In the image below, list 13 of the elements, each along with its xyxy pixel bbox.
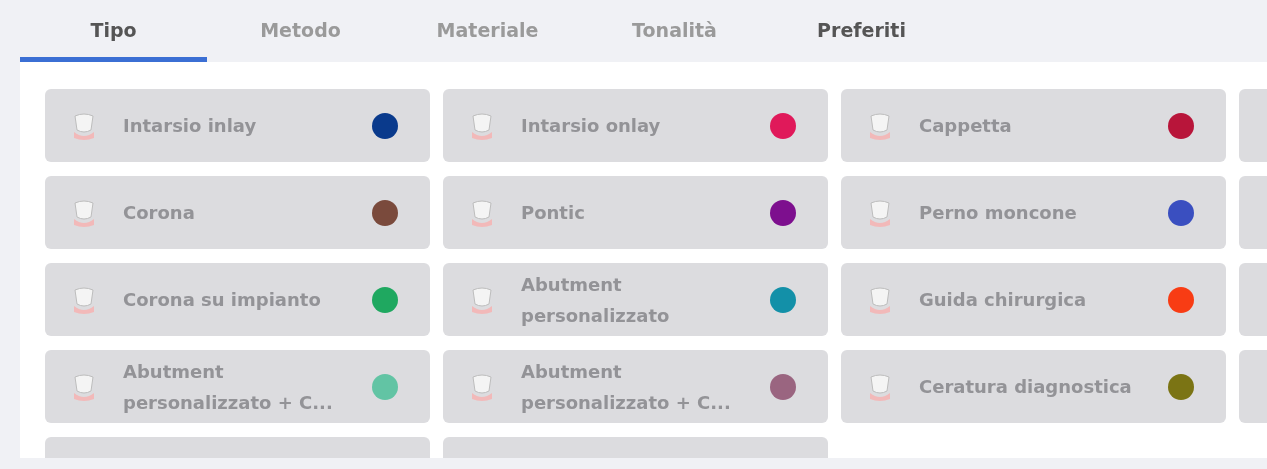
type-card[interactable]: Perno moncone	[841, 176, 1226, 249]
type-card[interactable]: Pontic	[443, 176, 828, 249]
type-card[interactable]: Ceratura diagnostica	[841, 350, 1226, 423]
type-card[interactable]: Corona su impianto	[45, 263, 430, 336]
type-card[interactable]: Abutment personalizzato + C...	[443, 350, 828, 423]
type-card[interactable]: Abutment personalizzato + C...	[45, 350, 430, 423]
type-card[interactable]: Intarsio onlay	[443, 89, 828, 162]
type-card[interactable]: Corona	[45, 176, 430, 249]
type-card[interactable]: Intarsio inlay	[45, 89, 430, 162]
type-card[interactable]: Cappetta	[841, 89, 1226, 162]
type-card[interactable]: Abutment personalizzato	[443, 263, 828, 336]
tab[interactable]: Preferiti	[768, 0, 955, 62]
type-card[interactable]: Guida chirurgica	[841, 263, 1226, 336]
